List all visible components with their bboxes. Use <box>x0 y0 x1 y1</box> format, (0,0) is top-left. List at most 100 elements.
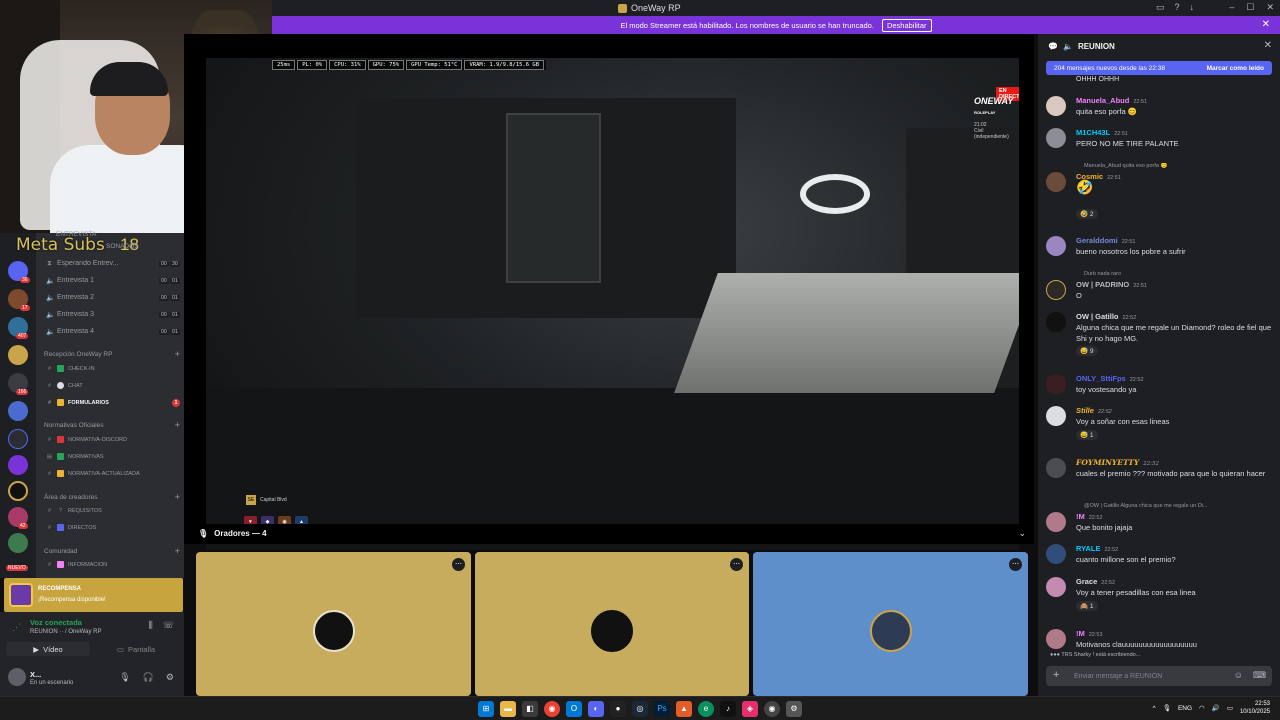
microphone-icon[interactable]: 🎙 <box>119 672 130 683</box>
text-channel[interactable]: ▤ NORMATIVAS <box>46 450 180 463</box>
close-icon[interactable]: ✕ <box>1264 40 1272 51</box>
add-attachment-icon[interactable]: + <box>1053 669 1059 681</box>
message-input[interactable] <box>1074 669 1224 683</box>
file-explorer-icon[interactable]: ▬ <box>500 701 516 717</box>
new-messages-bar[interactable]: 204 mensajes nuevos desde las 22:38 Marc… <box>1046 61 1272 75</box>
reply-preview[interactable]: @OW | Gatillo Alguna chica que me regale… <box>1084 503 1274 509</box>
close-icon[interactable]: ✕ <box>1262 19 1270 30</box>
disable-streamer-button[interactable]: Deshabilitar <box>881 18 932 32</box>
maximize-button[interactable]: ☐ <box>1246 2 1254 13</box>
reply-preview[interactable]: Manuela_Abud quita eso porfa 😊 <box>1084 163 1274 169</box>
voice-channel[interactable]: ⧗ Esperando Entrev... 00 30 <box>46 257 180 270</box>
speaker-icon: 🔈 <box>46 294 55 302</box>
avatar[interactable] <box>8 668 26 686</box>
category-comunidad[interactable]: Comunidad + <box>44 546 180 556</box>
reaction-chip[interactable]: 😅 1 <box>1076 430 1098 440</box>
photoshop-icon[interactable]: Ps <box>654 701 670 717</box>
gamepad-icon[interactable]: ⌨ <box>1253 670 1266 681</box>
voice-channel[interactable]: 🔈 Entrevista 4 00 01 <box>46 325 180 338</box>
chrome-alt-icon[interactable]: ◉ <box>764 701 780 717</box>
speaker-tile[interactable]: ⋯ <box>475 552 749 696</box>
category-entrevista[interactable]: ENTREVISTA <box>56 231 192 238</box>
stream-video[interactable]: EN DIRECTO ONEWAYROLEPLAY 21:02Civil (in… <box>206 58 1019 550</box>
start-icon[interactable]: ⊞ <box>478 701 494 717</box>
oneway-server-icon[interactable] <box>8 481 28 501</box>
reaction-chip[interactable]: 😅 9 <box>1076 346 1098 356</box>
emoji-icon[interactable]: ☺ <box>1234 670 1243 681</box>
add-channel-icon[interactable]: + <box>175 546 180 556</box>
chrome-icon[interactable]: ◉ <box>544 701 560 717</box>
steam-icon[interactable]: ◎ <box>632 701 648 717</box>
server-icon[interactable] <box>8 455 28 475</box>
screen-share-button[interactable]: ▭ Pantalla <box>94 642 178 656</box>
reaction-chip[interactable]: 🤣 2 <box>1076 209 1098 219</box>
gear-icon[interactable]: ⚙ <box>166 672 174 683</box>
reply-preview[interactable]: Durb nada raro <box>1084 271 1274 277</box>
inbox-icon[interactable]: ▭ <box>1156 2 1165 13</box>
text-channel[interactable]: # CHAT <box>46 379 180 392</box>
category-recepcion[interactable]: Recepción OneWay RP + <box>44 349 180 359</box>
text-channel[interactable]: # CHECK-IN <box>46 362 180 375</box>
user-status: En un escenario <box>30 680 74 686</box>
minimize-button[interactable]: – <box>1229 2 1234 13</box>
text-channel[interactable]: # NORMATIVA-ACTUALIZADA <box>46 467 180 480</box>
outlook-icon[interactable]: O <box>566 701 582 717</box>
obs-icon[interactable]: ● <box>610 701 626 717</box>
battery-icon[interactable]: ▭ <box>1227 704 1233 712</box>
help-icon[interactable]: ? <box>1175 2 1180 13</box>
edge-icon[interactable]: e <box>698 701 714 717</box>
text-channel[interactable]: # ? REQUISITOS <box>46 504 180 517</box>
volume-icon[interactable]: 🔊 <box>1212 704 1220 712</box>
speaker-tile[interactable]: ⋯ <box>753 552 1028 696</box>
text-channel-unread[interactable]: # FORMULARIOS 1 <box>46 396 180 409</box>
video-button[interactable]: ▶ Vídeo <box>6 642 90 656</box>
wifi-icon[interactable]: ◠ <box>1199 704 1205 712</box>
more-options-icon[interactable]: ⋯ <box>1009 558 1022 571</box>
category-creadores[interactable]: Área de creadores + <box>44 492 180 502</box>
store-icon[interactable]: ◧ <box>522 701 538 717</box>
channel-label: CHAT <box>68 382 83 389</box>
app-icon[interactable]: ◈ <box>742 701 758 717</box>
close-window-button[interactable]: ✕ <box>1266 2 1274 13</box>
clock[interactable]: 22:53 10/10/2025 <box>1240 700 1270 716</box>
noise-suppression-icon[interactable]: ⫼ <box>149 620 153 631</box>
add-channel-icon[interactable]: + <box>175 349 180 359</box>
voice-channel[interactable]: 🔈 Entrevista 1 00 01 <box>46 274 180 287</box>
add-channel-icon[interactable]: + <box>175 420 180 430</box>
voice-status[interactable]: Voz conectada <box>30 618 82 627</box>
folder-icon[interactable] <box>8 429 28 449</box>
server-badge: 407 <box>16 333 29 339</box>
voice-channel[interactable]: 🔈 Entrevista 2 00 01 <box>46 291 180 304</box>
language-indicator[interactable]: ENG <box>1178 705 1192 712</box>
chevron-up-icon[interactable]: ^ <box>1153 705 1156 712</box>
discord-icon[interactable]: ◐ <box>588 701 604 717</box>
voice-channel-name[interactable]: REUNION ·· / OneWay RP <box>30 629 101 635</box>
oneway-logo: ONEWAY ROLEPLAY <box>974 96 1013 116</box>
text-channel[interactable]: # NORMATIVA-DISCORD <box>46 433 180 446</box>
chevron-down-icon[interactable]: ⌄ <box>1018 528 1026 539</box>
more-options-icon[interactable]: ⋯ <box>452 558 465 571</box>
book-icon <box>57 470 64 477</box>
server-icon[interactable] <box>8 345 28 365</box>
text-channel[interactable]: # DIRECTOS <box>46 521 180 534</box>
voice-channel[interactable]: 🔈 Entrevista 3 00 01 <box>46 308 180 321</box>
download-icon[interactable]: ↓ <box>1190 2 1195 13</box>
headphones-icon[interactable]: 🎧 <box>143 672 154 683</box>
text-channel[interactable]: # INFORMACION <box>46 558 180 571</box>
gear-icon[interactable]: ⚙ <box>786 701 802 717</box>
server-icon[interactable] <box>8 401 28 421</box>
reward-card[interactable]: RECOMPENSA ¡Recompensa disponible! <box>4 578 183 612</box>
server-icon[interactable] <box>8 533 28 553</box>
disconnect-icon[interactable]: ☏ <box>163 620 174 631</box>
mark-read-button[interactable]: Marcar como leído <box>1207 65 1264 72</box>
add-channel-icon[interactable]: + <box>175 492 180 502</box>
microphone-icon[interactable]: 🎙 <box>1163 704 1171 712</box>
message-text: O <box>1076 291 1082 300</box>
speaker-tile[interactable]: ⋯ <box>196 552 471 696</box>
category-normativas[interactable]: Normativas Oficiales + <box>44 420 180 430</box>
more-options-icon[interactable]: ⋯ <box>730 558 743 571</box>
reaction-chip[interactable]: 🙈 1 <box>1076 601 1098 611</box>
tiktok-icon[interactable]: ♪ <box>720 701 736 717</box>
vlc-icon[interactable]: ▲ <box>676 701 692 717</box>
message-text: Voy a tener pesadillas con esa linea <box>1076 588 1196 597</box>
